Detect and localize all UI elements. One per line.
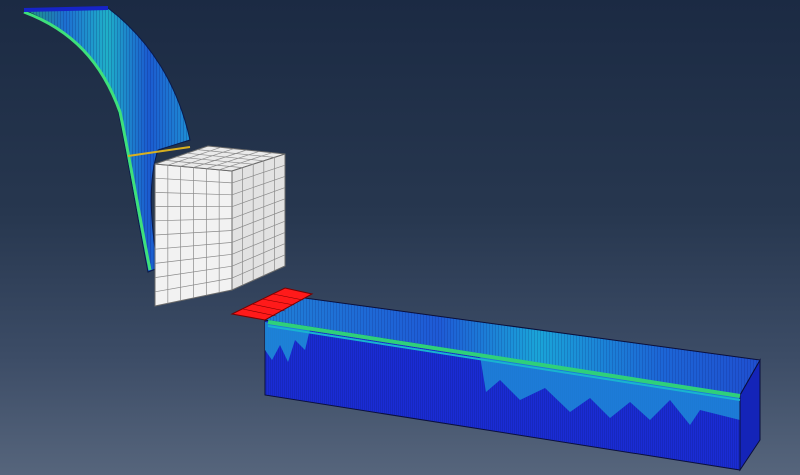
- workpiece-block[interactable]: [263, 295, 761, 472]
- fea-scene[interactable]: [0, 0, 800, 475]
- graphics-viewport[interactable]: [0, 0, 800, 475]
- rigid-cutting-tool[interactable]: [154, 145, 286, 307]
